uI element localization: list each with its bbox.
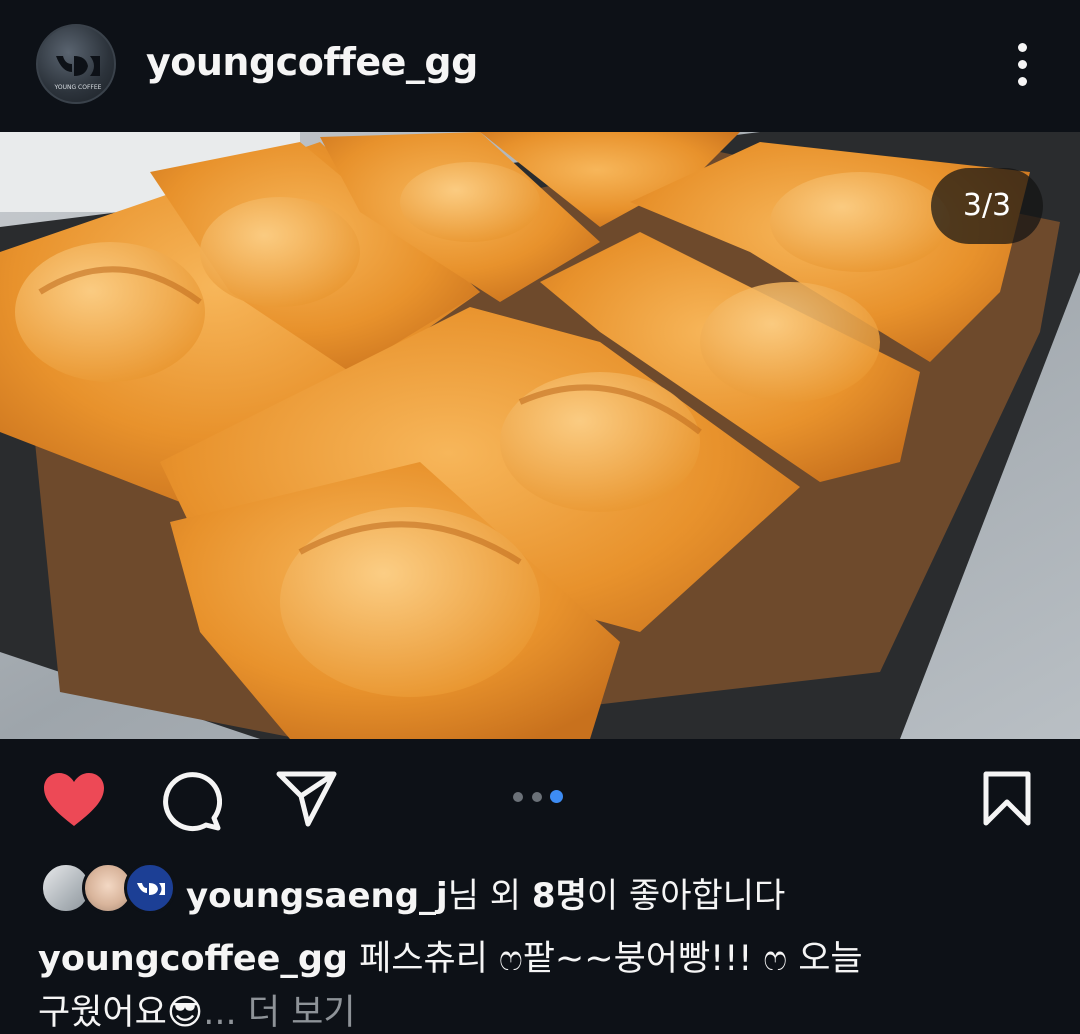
caption-username[interactable]: youngcoffee_gg — [38, 939, 348, 979]
young-coffee-logo: YOUNG COFFEE — [54, 56, 102, 91]
bungeoppang-photo — [0, 132, 1080, 739]
likes-suffix: 님 외 — [447, 876, 532, 916]
heart-icon[interactable] — [42, 772, 106, 828]
liker-avatar — [124, 862, 176, 914]
carousel-dot-active — [550, 790, 563, 803]
carousel-dot — [532, 792, 542, 802]
post-header: YOUNG COFFEE youngcoffee_gg — [0, 0, 1080, 132]
see-more-link[interactable]: 더 보기 — [248, 993, 356, 1033]
bookmark-icon[interactable] — [982, 771, 1032, 827]
caption-text-line2: 구웠어요😎 — [38, 993, 204, 1033]
send-icon[interactable] — [276, 770, 338, 828]
post-photo[interactable] — [0, 132, 1080, 739]
carousel-dot — [513, 792, 523, 802]
more-vertical-icon[interactable] — [1002, 40, 1042, 90]
likes-row[interactable]: youngsaeng_j님 외 8명이 좋아합니다 — [40, 862, 1040, 916]
liker-username[interactable]: youngsaeng_j — [186, 876, 448, 916]
post-caption: youngcoffee_gg 페스츄리 ෆ팥~~붕어빵!!! ෆ 오늘 구웠어요… — [38, 932, 1048, 1034]
carousel-indicator — [510, 790, 570, 804]
profile-avatar[interactable]: YOUNG COFFEE — [36, 24, 116, 104]
caption-text-line1: 페스츄리 ෆ팥~~붕어빵!!! ෆ 오늘 — [347, 939, 863, 979]
image-counter-badge: 3/3 — [931, 168, 1043, 244]
post-username[interactable]: youngcoffee_gg — [146, 40, 478, 84]
svg-text:YOUNG COFFEE: YOUNG COFFEE — [54, 84, 102, 91]
likes-summary[interactable]: youngsaeng_j님 외 8명이 좋아합니다 — [186, 868, 785, 917]
caption-ellipsis: ... — [203, 993, 248, 1033]
comment-icon[interactable] — [160, 770, 222, 832]
likes-suffix-2: 이 좋아합니다 — [586, 876, 786, 916]
likes-count[interactable]: 8명 — [532, 876, 587, 916]
